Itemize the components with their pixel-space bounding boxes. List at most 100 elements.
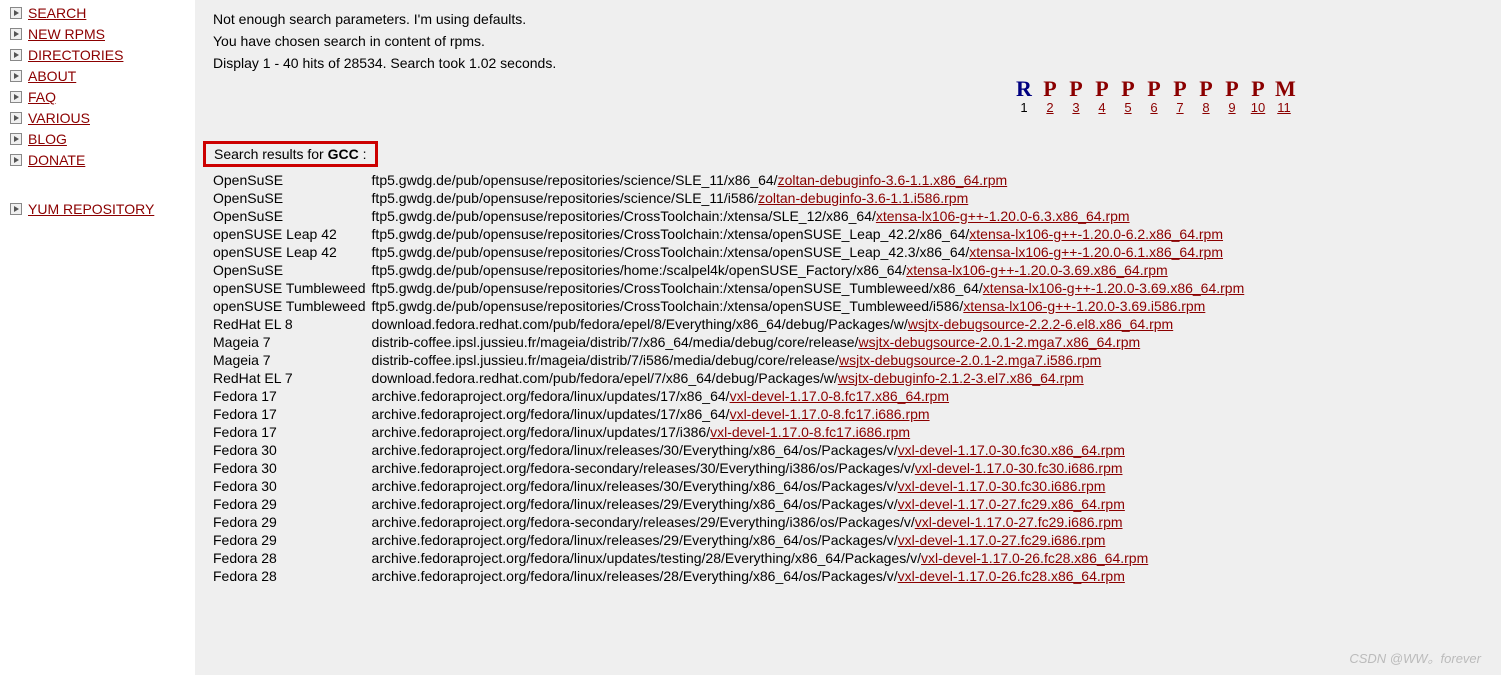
path-cell: archive.fedoraproject.org/fedora-seconda… [372, 513, 1251, 531]
rpm-link[interactable]: vxl-devel-1.17.0-8.fc17.i686.rpm [730, 406, 930, 422]
path-cell: ftp5.gwdg.de/pub/opensuse/repositories/s… [372, 171, 1251, 189]
sidebar-item[interactable]: DONATE [10, 152, 185, 168]
rpm-link[interactable]: wsjtx-debuginfo-2.1.2-3.el7.x86_64.rpm [838, 370, 1084, 386]
rpm-link[interactable]: vxl-devel-1.17.0-27.fc29.i686.rpm [915, 514, 1123, 530]
page-letter: M [1275, 78, 1293, 100]
rpm-link[interactable]: xtensa-lx106-g++-1.20.0-3.69.x86_64.rpm [906, 262, 1168, 278]
rpm-link[interactable]: wsjtx-debugsource-2.0.1-2.mga7.i586.rpm [839, 352, 1101, 368]
rpm-link[interactable]: xtensa-lx106-g++-1.20.0-3.69.x86_64.rpm [983, 280, 1245, 296]
rpm-link[interactable]: wsjtx-debugsource-2.0.1-2.mga7.x86_64.rp… [858, 334, 1140, 350]
sidebar-item[interactable]: FAQ [10, 89, 185, 105]
page-number[interactable]: 8 [1197, 100, 1215, 115]
page-number[interactable]: 3 [1067, 100, 1085, 115]
page-number[interactable]: 9 [1223, 100, 1241, 115]
rpm-link[interactable]: vxl-devel-1.17.0-8.fc17.i686.rpm [710, 424, 910, 440]
rpm-link[interactable]: xtensa-lx106-g++-1.20.0-6.1.x86_64.rpm [969, 244, 1223, 260]
bullet-icon [10, 112, 22, 124]
path-cell: archive.fedoraproject.org/fedora/linux/u… [372, 387, 1251, 405]
page-number[interactable]: 4 [1093, 100, 1111, 115]
bullet-icon [10, 91, 22, 103]
page-link[interactable]: P4 [1093, 78, 1111, 115]
rpm-link[interactable]: xtensa-lx106-g++-1.20.0-3.69.i586.rpm [963, 298, 1205, 314]
page-link[interactable]: P8 [1197, 78, 1215, 115]
distro-cell: RedHat EL 8 [213, 315, 372, 333]
sidebar-item[interactable]: BLOG [10, 131, 185, 147]
sidebar-item[interactable]: YUM REPOSITORY [10, 201, 185, 217]
results-table: OpenSuSEftp5.gwdg.de/pub/opensuse/reposi… [213, 171, 1250, 585]
sidebar-link[interactable]: NEW RPMS [28, 26, 105, 42]
page-link[interactable]: P3 [1067, 78, 1085, 115]
bullet-icon [10, 70, 22, 82]
page-number[interactable]: 5 [1119, 100, 1137, 115]
sidebar-link[interactable]: BLOG [28, 131, 67, 147]
path-cell: archive.fedoraproject.org/fedora-seconda… [372, 459, 1251, 477]
page-number[interactable]: 6 [1145, 100, 1163, 115]
sidebar-link[interactable]: FAQ [28, 89, 56, 105]
rpm-link[interactable]: wsjtx-debugsource-2.2.2-6.el8.x86_64.rpm [908, 316, 1173, 332]
search-term: GCC [328, 146, 359, 162]
page-letter: P [1171, 78, 1189, 100]
rpm-link[interactable]: vxl-devel-1.17.0-27.fc29.i686.rpm [898, 532, 1106, 548]
page-link[interactable]: M11 [1275, 78, 1293, 115]
page-link[interactable]: P7 [1171, 78, 1189, 115]
path-cell: ftp5.gwdg.de/pub/opensuse/repositories/s… [372, 189, 1251, 207]
sidebar-link[interactable]: VARIOUS [28, 110, 90, 126]
sidebar-item[interactable]: ABOUT [10, 68, 185, 84]
distro-cell: Fedora 17 [213, 405, 372, 423]
sidebar-link[interactable]: DIRECTORIES [28, 47, 123, 63]
table-row: Fedora 30archive.fedoraproject.org/fedor… [213, 477, 1250, 495]
page-number[interactable]: 10 [1249, 100, 1267, 115]
sidebar-item[interactable]: NEW RPMS [10, 26, 185, 42]
distro-cell: OpenSuSE [213, 171, 372, 189]
table-row: Fedora 28archive.fedoraproject.org/fedor… [213, 567, 1250, 585]
page-link[interactable]: P9 [1223, 78, 1241, 115]
status-line-3: Display 1 - 40 hits of 28534. Search too… [213, 54, 1486, 72]
sidebar-link[interactable]: YUM REPOSITORY [28, 201, 154, 217]
page-link[interactable]: P2 [1041, 78, 1059, 115]
distro-cell: Fedora 30 [213, 441, 372, 459]
rpm-link[interactable]: xtensa-lx106-g++-1.20.0-6.2.x86_64.rpm [969, 226, 1223, 242]
page-number[interactable]: 11 [1275, 100, 1293, 115]
page-number[interactable]: 2 [1041, 100, 1059, 115]
bullet-icon [10, 133, 22, 145]
page-number[interactable]: 7 [1171, 100, 1189, 115]
path-cell: ftp5.gwdg.de/pub/opensuse/repositories/C… [372, 243, 1251, 261]
rpm-link[interactable]: vxl-devel-1.17.0-30.fc30.x86_64.rpm [898, 442, 1125, 458]
distro-cell: openSUSE Leap 42 [213, 243, 372, 261]
sidebar-link[interactable]: SEARCH [28, 5, 86, 21]
sidebar-item[interactable]: DIRECTORIES [10, 47, 185, 63]
distro-cell: Fedora 17 [213, 387, 372, 405]
rpm-link[interactable]: zoltan-debuginfo-3.6-1.1.x86_64.rpm [778, 172, 1008, 188]
distro-cell: Fedora 28 [213, 567, 372, 585]
bullet-icon [10, 49, 22, 61]
main-content: Not enough search parameters. I'm using … [195, 0, 1501, 675]
table-row: Fedora 29archive.fedoraproject.org/fedor… [213, 495, 1250, 513]
page-link[interactable]: P10 [1249, 78, 1267, 115]
sidebar-link[interactable]: DONATE [28, 152, 85, 168]
rpm-link[interactable]: vxl-devel-1.17.0-8.fc17.x86_64.rpm [730, 388, 949, 404]
distro-cell: openSUSE Tumbleweed [213, 279, 372, 297]
distro-cell: Fedora 28 [213, 549, 372, 567]
rpm-link[interactable]: zoltan-debuginfo-3.6-1.1.i586.rpm [758, 190, 968, 206]
sidebar-item[interactable]: SEARCH [10, 5, 185, 21]
table-row: Mageia 7distrib-coffee.ipsl.jussieu.fr/m… [213, 333, 1250, 351]
sidebar-link[interactable]: ABOUT [28, 68, 76, 84]
rpm-link[interactable]: vxl-devel-1.17.0-26.fc28.x86_64.rpm [898, 568, 1125, 584]
page-letter: P [1041, 78, 1059, 100]
path-cell: archive.fedoraproject.org/fedora/linux/r… [372, 495, 1251, 513]
heading-suffix: : [359, 146, 367, 162]
table-row: Fedora 30archive.fedoraproject.org/fedor… [213, 459, 1250, 477]
rpm-link[interactable]: vxl-devel-1.17.0-30.fc30.i686.rpm [898, 478, 1106, 494]
table-row: Fedora 29archive.fedoraproject.org/fedor… [213, 513, 1250, 531]
rpm-link[interactable]: vxl-devel-1.17.0-27.fc29.x86_64.rpm [898, 496, 1125, 512]
rpm-link[interactable]: vxl-devel-1.17.0-30.fc30.i686.rpm [915, 460, 1123, 476]
bullet-icon [10, 7, 22, 19]
page-link[interactable]: P6 [1145, 78, 1163, 115]
sidebar-item[interactable]: VARIOUS [10, 110, 185, 126]
page-link[interactable]: P5 [1119, 78, 1137, 115]
page-letter: R [1015, 78, 1033, 100]
rpm-link[interactable]: vxl-devel-1.17.0-26.fc28.x86_64.rpm [921, 550, 1148, 566]
rpm-link[interactable]: xtensa-lx106-g++-1.20.0-6.3.x86_64.rpm [876, 208, 1130, 224]
distro-cell: Fedora 29 [213, 495, 372, 513]
path-cell: ftp5.gwdg.de/pub/opensuse/repositories/C… [372, 207, 1251, 225]
